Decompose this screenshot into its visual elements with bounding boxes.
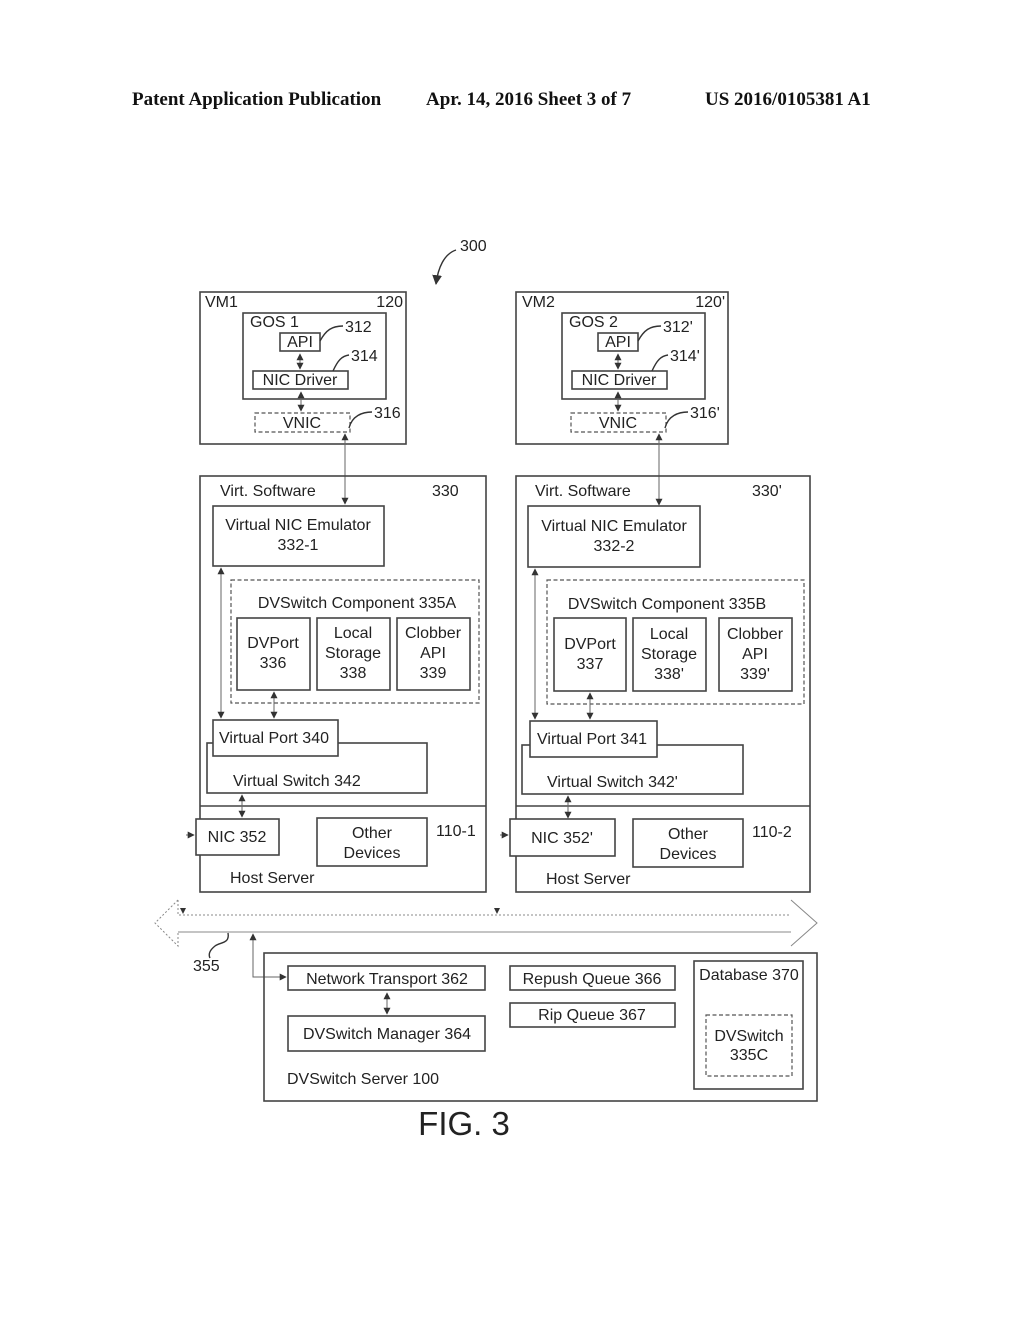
vm1-ref: 120 [376, 294, 403, 311]
dvswitch-335c-line1: DVSwitch [714, 1028, 783, 1045]
vm2-label: VM2 [522, 294, 555, 311]
bus-upper-line [177, 900, 791, 916]
virt-software-ref: 330' [752, 483, 782, 500]
rip-queue-label: Rip Queue 367 [538, 1007, 646, 1024]
clobber-api-line2: API [742, 646, 768, 663]
dvswitch-335c-box [705, 1014, 793, 1077]
bus-transport-connector [249, 933, 287, 981]
bus-tap-arrow-left [180, 908, 186, 914]
clobber-api-line1: Clobber [727, 626, 784, 643]
local-storage-line2: Storage [641, 646, 697, 663]
network-bus-355: 355 [154, 899, 818, 981]
nic-352p-label: NIC 352' [531, 830, 593, 847]
bus-right-arrowhead [790, 899, 818, 947]
dvport-label-line1: DVPort [564, 636, 616, 653]
clobber-api-line3: 339' [740, 666, 770, 683]
host-ref: 110-2 [752, 824, 792, 841]
local-storage-line3: 338' [654, 666, 684, 683]
nic-driver-label: NIC Driver [263, 372, 338, 389]
emulator-label-line1: Virtual NIC Emulator [541, 518, 687, 535]
virtual-port-label: Virtual Port 340 [219, 730, 329, 747]
nic-driver-label: NIC Driver [582, 372, 657, 389]
bus-tap-arrow-center [494, 908, 500, 914]
bus-left-arrowhead [154, 899, 179, 948]
other-devices-line1: Other [352, 825, 393, 842]
vm2-block: VM2 120' GOS 2 API 312' NIC Driver 314' … [515, 291, 729, 445]
gos2-label: GOS 2 [569, 314, 618, 331]
dvport-box [553, 617, 627, 692]
figure-3-diagram: 300 VM1 120 GOS 1 API 312 NIC Driver 314… [154, 238, 818, 1142]
dvport-label-line1: DVPort [247, 635, 299, 652]
host-ref: 110-1 [436, 823, 476, 840]
dvport-box [236, 617, 311, 691]
vnic-ref: 316 [374, 405, 401, 422]
dvport-label-line2: 337 [577, 656, 604, 673]
clobber-api-line2: API [420, 645, 446, 662]
dvport-label-line2: 336 [260, 655, 287, 672]
figure-ref-300: 300 [432, 238, 487, 285]
bus-ref: 355 [193, 958, 220, 975]
vnic-label: VNIC [283, 415, 321, 432]
api-label: API [287, 334, 313, 351]
dvswitch-component-label: DVSwitch Component 335B [568, 596, 766, 613]
nic-driver-ref: 314 [351, 348, 378, 365]
emulator-label-line1: Virtual NIC Emulator [225, 517, 371, 534]
local-storage-line2: Storage [325, 645, 381, 662]
vnic-ref-leader [348, 411, 373, 429]
vnic-ref: 316' [690, 405, 720, 422]
host-server-label: Host Server [230, 870, 315, 887]
emulator-box [212, 505, 385, 567]
nic-driver-ref-leader [332, 354, 350, 372]
other-devices-line2: Devices [344, 845, 401, 862]
emulator-label-line2: 332-2 [594, 538, 635, 555]
emulator-label-line2: 332-1 [278, 537, 319, 554]
virt-software-label: Virt. Software [220, 483, 316, 500]
vm2-ref: 120' [695, 294, 725, 311]
nic-driver-ref: 314' [670, 348, 700, 365]
api-ref-leader [319, 325, 344, 342]
vm1-label: VM1 [205, 294, 238, 311]
figure-caption: FIG. 3 [418, 1105, 510, 1142]
database-label: Database 370 [699, 967, 799, 984]
figure-ref-label: 300 [460, 238, 487, 255]
local-storage-line1: Local [334, 625, 372, 642]
dvswitch-manager-label: DVSwitch Manager 364 [303, 1026, 471, 1043]
api-ref-leader [637, 325, 662, 342]
virt-software-label: Virt. Software [535, 483, 631, 500]
nic-driver-ref-leader [651, 354, 669, 372]
bus-ref-leader [208, 932, 229, 959]
other-devices-line1: Other [668, 826, 709, 843]
host-server-label: Host Server [546, 871, 631, 888]
clobber-api-line1: Clobber [405, 625, 462, 642]
host1-block: Virt. Software 330 Virtual NIC Emulator … [186, 475, 487, 893]
api-label: API [605, 334, 631, 351]
other-devices-line2: Devices [660, 846, 717, 863]
figure-ref-arrow [432, 249, 457, 285]
network-transport-label: Network Transport 362 [306, 971, 468, 988]
virtual-port-label: Virtual Port 341 [537, 731, 647, 748]
nic-352-label: NIC 352 [208, 829, 267, 846]
host2-block: Virt. Software 330' Virtual NIC Emulator… [500, 475, 811, 893]
vm1-block: VM1 120 GOS 1 API 312 NIC Driver 314 VNI… [199, 291, 407, 445]
virt-software-ref: 330 [432, 483, 459, 500]
gos1-label: GOS 1 [250, 314, 299, 331]
local-storage-line1: Local [650, 626, 688, 643]
virtual-switch-label: Virtual Switch 342' [547, 774, 678, 791]
vnic-ref-leader [664, 411, 689, 429]
api-ref: 312' [663, 319, 693, 336]
dvswitch-server-block: Network Transport 362 DVSwitch Manager 3… [263, 952, 818, 1102]
repush-queue-label: Repush Queue 366 [523, 971, 662, 988]
api-ref: 312 [345, 319, 372, 336]
virtual-switch-label: Virtual Switch 342 [233, 773, 361, 790]
emulator-box [527, 505, 701, 568]
dvswitch-component-label: DVSwitch Component 335A [258, 595, 457, 612]
server-label: DVSwitch Server 100 [287, 1071, 439, 1088]
clobber-api-line3: 339 [420, 665, 447, 682]
vnic-label: VNIC [599, 415, 637, 432]
dvswitch-335c-line2: 335C [730, 1047, 768, 1064]
local-storage-line3: 338 [340, 665, 367, 682]
